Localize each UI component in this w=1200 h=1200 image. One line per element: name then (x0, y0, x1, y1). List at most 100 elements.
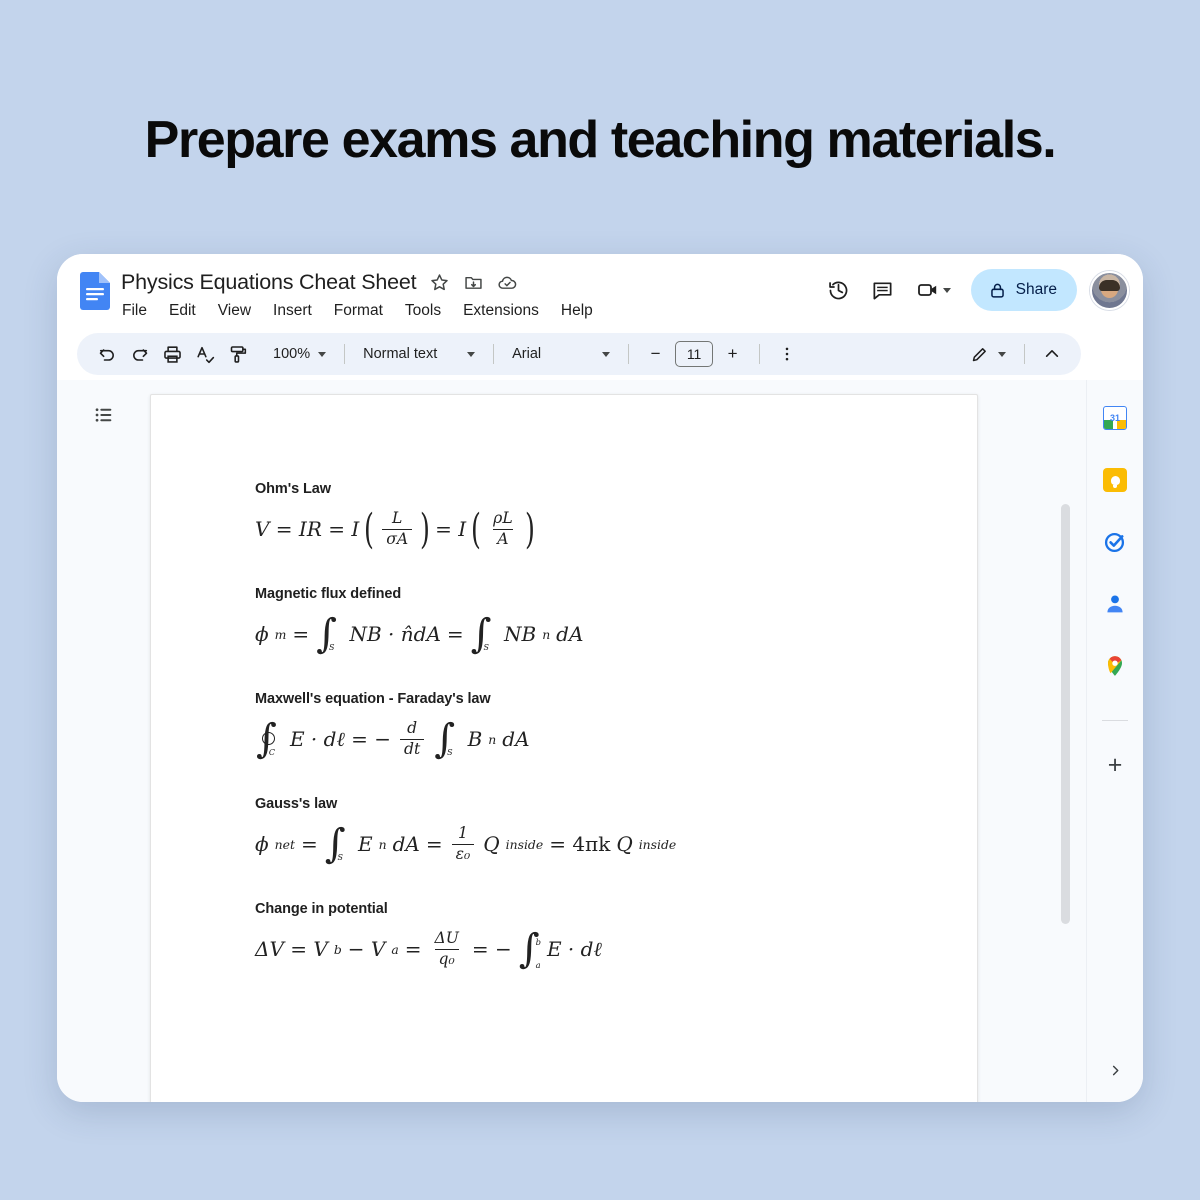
fraction-numerator: 1 (457, 824, 468, 843)
menu-item-edit[interactable]: Edit (169, 302, 196, 320)
collapse-menus-button[interactable] (1036, 339, 1067, 370)
paragraph-style-value: Normal text (363, 346, 438, 362)
comments-button[interactable] (861, 268, 905, 312)
share-button[interactable]: Share (970, 269, 1077, 311)
cloud-saved-icon[interactable] (497, 272, 518, 293)
document-outline-button[interactable] (87, 398, 121, 432)
document-title-row: Physics Equations Cheat Sheet (121, 270, 518, 295)
formula-subscript: inside (638, 836, 677, 852)
document-page[interactable]: Ohm's Law V = IR = I ( L σA ) = I ( ρL A… (150, 394, 978, 1102)
equation-formula: ∫ C E · dℓ = − d dt ∫ S B n dA (255, 716, 977, 762)
integral: ∫ S (324, 824, 352, 864)
move-to-folder-icon[interactable] (463, 272, 484, 293)
undo-button[interactable] (91, 339, 122, 370)
sidebar-item-keep[interactable] (1101, 466, 1129, 494)
docs-header: Physics Equations Cheat Sheet File Edit … (57, 254, 1143, 328)
font-size-input[interactable]: 11 (675, 341, 714, 367)
google-docs-icon[interactable] (80, 272, 110, 310)
menu-item-format[interactable]: Format (334, 302, 383, 320)
spelling-check-button[interactable] (190, 339, 221, 370)
print-button[interactable] (157, 339, 188, 370)
formula-part: ΔV = V (255, 937, 328, 961)
chevron-right-icon (1112, 1065, 1118, 1075)
more-options-button[interactable] (771, 339, 802, 370)
integral-subscript: S (337, 852, 344, 862)
menu-item-help[interactable]: Help (561, 302, 593, 320)
formula-part: Q (483, 832, 500, 856)
version-history-icon (829, 281, 848, 299)
side-panel-rail: 31 + (1086, 380, 1143, 1102)
google-contacts-icon (1107, 595, 1123, 613)
document-scrollbar[interactable] (1061, 380, 1070, 1102)
user-avatar[interactable] (1090, 270, 1129, 310)
toolbar-divider (344, 344, 346, 364)
formula-part: E (358, 832, 373, 856)
integral: ∫ S (315, 614, 343, 654)
equation-block: Gauss's law ϕ net = ∫ S En dA = 1 ε₀ Q i… (255, 796, 977, 867)
formula-part: dA (392, 832, 420, 856)
fraction-denominator: q₀ (434, 948, 459, 968)
integral-subscript: S (329, 642, 335, 652)
undo-icon (99, 349, 114, 361)
integral-subscript: S (447, 747, 453, 757)
star-icon[interactable] (429, 272, 450, 293)
document-title[interactable]: Physics Equations Cheat Sheet (121, 270, 417, 295)
menu-item-file[interactable]: File (122, 302, 147, 320)
formula-subscript: b (333, 941, 342, 957)
formula-part: V = IR = I (255, 517, 360, 541)
sidebar-item-calendar[interactable]: 31 (1101, 404, 1129, 432)
formula-subscript: n (488, 731, 497, 747)
print-icon (164, 345, 181, 363)
zoom-selector[interactable]: 100% (266, 339, 333, 370)
fraction-numerator: ρL (493, 509, 513, 528)
font-size-decrease-button[interactable]: − (640, 339, 671, 370)
menu-item-view[interactable]: View (218, 302, 251, 320)
menu-item-tools[interactable]: Tools (405, 302, 441, 320)
fraction-denominator: dt (400, 738, 425, 758)
integral-subscript: C (268, 747, 275, 757)
definite-integral: ∫ b a (518, 929, 541, 970)
redo-button[interactable] (124, 339, 155, 370)
pencil-icon (972, 348, 986, 362)
google-keep-icon (1103, 468, 1127, 492)
paren-close: ) (420, 505, 431, 553)
font-size-increase-button[interactable]: + (717, 339, 748, 370)
meet-camera-icon (918, 284, 937, 296)
scrollbar-thumb[interactable] (1061, 504, 1070, 924)
fraction-denominator: ε₀ (451, 843, 475, 863)
formula-part: dA (502, 727, 530, 751)
formula-subscript: a (391, 941, 399, 957)
formula-part: E · dℓ = − (289, 726, 392, 751)
toolbar-divider (1024, 344, 1025, 364)
formula-subscript: n (542, 626, 551, 642)
formula-subscript: m (274, 626, 287, 642)
fraction: ΔU q₀ (430, 929, 462, 968)
paragraph-style-selector[interactable]: Normal text (356, 339, 482, 370)
equation-block: Magnetic flux defined ϕm = ∫ S NB · n̂dA… (255, 586, 977, 657)
more-vertical-icon (785, 347, 788, 361)
sidebar-item-contacts[interactable] (1101, 590, 1129, 618)
fraction-numerator: L (392, 509, 403, 528)
paint-format-icon (230, 345, 247, 363)
expand-side-panel-button[interactable] (1101, 1056, 1129, 1084)
sidebar-item-maps[interactable] (1101, 652, 1129, 680)
paint-format-button[interactable] (223, 339, 254, 370)
menu-item-extensions[interactable]: Extensions (463, 302, 539, 320)
font-family-selector[interactable]: Arial (505, 339, 617, 370)
add-ons-button[interactable]: + (1101, 751, 1129, 779)
version-history-button[interactable] (817, 268, 861, 312)
equation-block: Ohm's Law V = IR = I ( L σA ) = I ( ρL A… (255, 481, 977, 553)
plus-icon: + (1107, 750, 1123, 779)
meet-button[interactable] (905, 268, 963, 312)
sidebar-item-tasks[interactable] (1101, 528, 1129, 556)
menu-item-insert[interactable]: Insert (273, 302, 312, 320)
document-area: Ohm's Law V = IR = I ( L σA ) = I ( ρL A… (57, 380, 1086, 1102)
equation-heading: Gauss's law (255, 796, 338, 812)
paren-open: ( (364, 505, 375, 553)
toolbar: 100% Normal text Arial − 11 + (77, 333, 1081, 375)
font-family-value: Arial (512, 346, 542, 362)
formula-part: = (404, 937, 422, 961)
toolbar-divider (628, 344, 630, 364)
fraction: L σA (382, 509, 413, 548)
editing-mode-selector[interactable] (963, 339, 1013, 370)
